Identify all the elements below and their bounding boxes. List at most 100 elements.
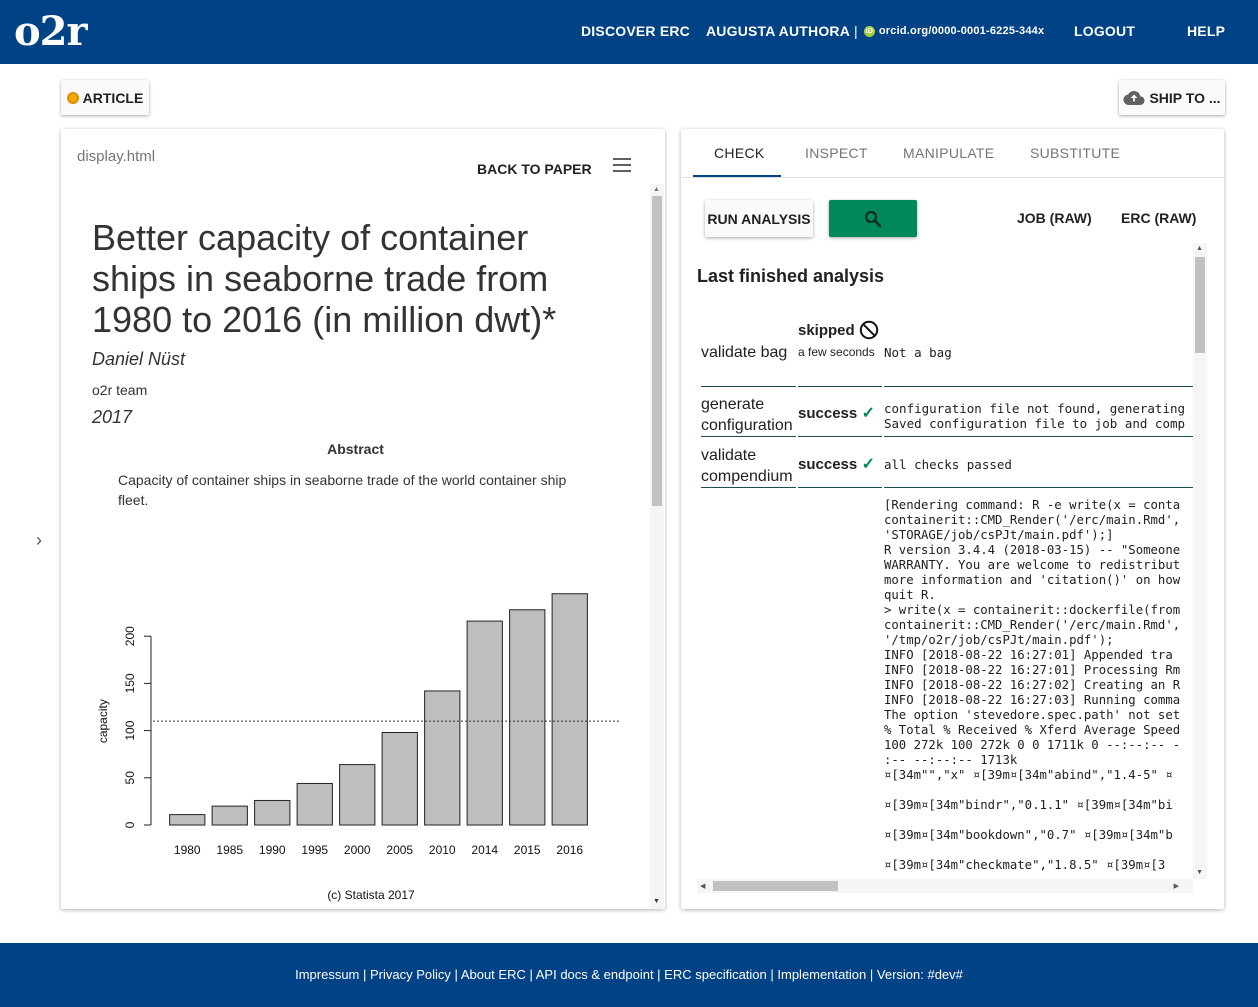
menu-icon[interactable] [613,158,631,172]
footer-erc-spec[interactable]: ERC specification [664,967,767,982]
bar [509,609,546,826]
footer-version: Version: #dev# [876,967,963,982]
bar [466,620,503,826]
blocked-icon [859,320,878,340]
x-tick-label: 2016 [556,843,583,857]
orcid-icon: iD [863,25,875,37]
abstract-text: Capacity of container ships in seaborne … [118,472,567,508]
bar [169,814,206,826]
article-button[interactable]: ARTICLE [61,80,149,115]
check-icon: ✓ [861,456,876,473]
status-label: success [798,456,858,473]
footer-impressum[interactable]: Impressum [295,967,359,982]
scroll-up-arrow-icon[interactable]: ▲ [1196,245,1203,252]
status-time: a few seconds [798,345,875,359]
scroll-up-arrow-icon[interactable]: ▲ [653,186,660,193]
step-message: all checks passed [884,442,1193,488]
separator: | [854,23,858,39]
bar [254,799,291,826]
paper-team: o2r team [92,382,148,398]
bar [339,764,376,826]
scroll-down-arrow-icon[interactable]: ▼ [1196,869,1203,876]
bar [211,805,248,826]
x-tick-label: 2005 [386,843,413,857]
tab-manipulate[interactable]: MANIPULATE [903,145,994,161]
tab-inspect[interactable]: INSPECT [805,145,868,161]
tab-bar: CHECK INSPECT MANIPULATE SUBSTITUTE [681,129,1224,178]
analysis-results: Last finished analysis validate bag skip… [697,243,1193,879]
step-name: validate compendium [701,442,796,488]
status-label: success [798,405,858,422]
step-status: success ✓ [798,391,882,437]
chart-caption: (c) Statista 2017 [327,888,415,902]
status-label: skipped [798,321,855,339]
x-tick-label: 1985 [216,843,243,857]
nav-user[interactable]: AUGUSTA AUTHORA | iD orcid.org/0000-0001… [706,23,1044,39]
bar-chart: 0 50 100 150 200 capacity 1980 1985 1990 1995 2000… [96,593,619,902]
step-message: Not a bag [884,318,1193,387]
bar [424,690,461,826]
scroll-down-arrow-icon[interactable]: ▼ [653,898,660,905]
run-analysis-button[interactable]: RUN ANALYSIS [705,200,813,237]
back-to-paper-button[interactable]: BACK TO PAPER [477,161,592,177]
ship-to-label: SHIP TO ... [1149,89,1221,106]
x-tick-label: 2014 [471,843,498,857]
step-name: validate bag [701,318,796,387]
step-name: generate configuration [701,391,796,437]
bar [381,731,418,826]
article-button-label: ARTICLE [82,89,144,106]
footer-api-docs[interactable]: API docs & endpoint [536,967,654,982]
y-tick-label: 200 [123,626,137,646]
job-raw-link[interactable]: JOB (RAW) [1017,210,1092,226]
search-button[interactable] [829,200,917,237]
analysis-heading: Last finished analysis [697,266,885,286]
y-tick-label: 0 [123,821,137,828]
x-tick-label: 2000 [344,843,371,857]
footer-implementation[interactable]: Implementation [777,967,866,982]
orcid-link[interactable]: orcid.org/0000-0001-6225-344x [879,25,1044,37]
step-message: configuration file not found, generating… [884,391,1193,437]
x-tick-label: 2010 [429,843,456,857]
horizontal-scrollbar[interactable]: ◀ ▶ [697,879,1193,893]
abstract-heading: Abstract [327,441,384,457]
footer: Impressum | Privacy Policy | About ERC |… [0,943,1258,1007]
scrollbar-thumb[interactable] [713,881,838,891]
erc-raw-link[interactable]: ERC (RAW) [1121,210,1196,226]
y-axis-label: capacity [96,699,110,743]
tab-check[interactable]: CHECK [714,145,765,161]
paper-title: Better capacity of container ships in se… [92,217,557,340]
paper-year: 2017 [92,407,133,427]
user-name[interactable]: AUGUSTA AUTHORA [706,23,850,39]
nav-discover-erc[interactable]: DISCOVER ERC [581,23,690,39]
scroll-right-arrow-icon[interactable]: ▶ [1174,882,1179,890]
search-icon [864,210,882,227]
y-tick-label: 50 [123,771,137,785]
analysis-log: [Rendering command: R -e write(x = conta… [884,498,1181,872]
vertical-scrollbar[interactable]: ▲ ▼ [650,184,664,909]
step-status: success ✓ [798,442,882,488]
footer-about-erc[interactable]: About ERC [461,967,526,982]
paper-author: Daniel Nüst [92,349,186,369]
scrollbar-thumb[interactable] [1195,257,1205,353]
y-tick-label: 150 [123,673,137,693]
vertical-scrollbar[interactable]: ▲ ▼ [1193,243,1207,879]
chevron-right-icon[interactable]: › [36,530,42,551]
article-icon [66,91,79,104]
cloud-upload-icon [1123,90,1145,105]
scrollbar-thumb[interactable] [652,196,662,506]
y-tick-label: 100 [123,720,137,740]
nav-logout[interactable]: LOGOUT [1074,23,1135,39]
scroll-left-arrow-icon[interactable]: ◀ [700,882,705,890]
x-tick-label: 2015 [514,843,541,857]
step-status: skipped a few seconds [798,318,882,387]
x-tick-label: 1990 [259,843,286,857]
nav-help[interactable]: HELP [1187,23,1225,39]
o2r-logo[interactable]: o2r [14,8,88,55]
tab-substitute[interactable]: SUBSTITUTE [1030,145,1120,161]
top-navbar: o2r DISCOVER ERC AUGUSTA AUTHORA | iD or… [0,0,1258,64]
x-tick-label: 1980 [174,843,201,857]
filename: display.html [77,148,156,165]
check-panel: CHECK INSPECT MANIPULATE SUBSTITUTE RUN … [681,129,1224,909]
footer-privacy[interactable]: Privacy Policy [370,967,451,982]
ship-to-button[interactable]: SHIP TO ... [1119,80,1225,115]
